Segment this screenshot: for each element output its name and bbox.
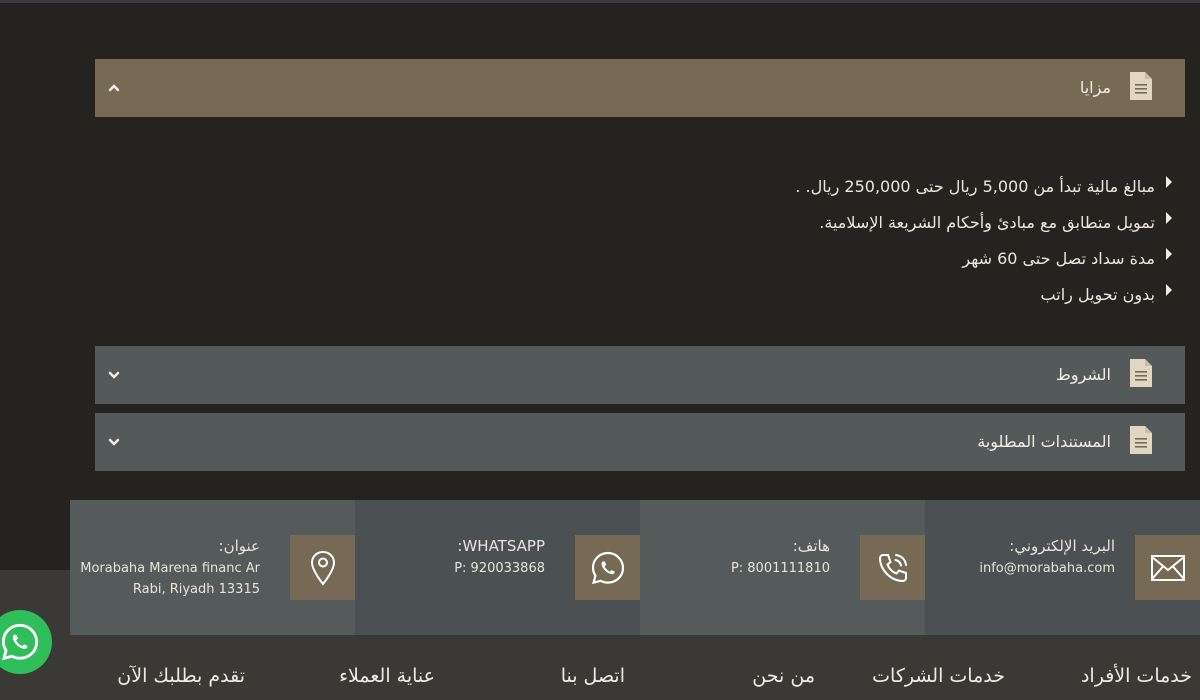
contact-whatsapp[interactable]: WHATSAPP: P: 920033868 (355, 500, 640, 635)
caret-right-icon (1166, 284, 1172, 296)
nav-contact[interactable]: اتصل بنا (561, 665, 625, 687)
email-address[interactable]: info@morabaha.com (979, 558, 1115, 579)
whatsapp-icon (1, 623, 39, 661)
phone-icon-box[interactable] (860, 535, 925, 600)
contact-bar: عنوان: Morabaha Marena financ Ar Rabi, R… (70, 500, 1200, 635)
address-line-1: Morabaha Marena financ Ar (80, 561, 260, 576)
phone-icon (878, 553, 907, 582)
map-pin-icon (310, 550, 335, 586)
list-item: مدة سداد تصل حتى 60 شهر (455, 242, 1172, 278)
whatsapp-icon-box[interactable] (575, 535, 640, 600)
caret-right-icon (1166, 176, 1172, 188)
document-icon (1130, 359, 1152, 387)
whatsapp-number[interactable]: P: 920033868 (454, 558, 545, 579)
email-text: البريد الإلكتروني: info@morabaha.com (979, 536, 1115, 579)
address-label: عنوان: (218, 537, 260, 555)
phone-label: هاتف: (792, 537, 830, 555)
accordion-advantages-title: مزايا (1079, 78, 1111, 97)
caret-right-icon (1166, 212, 1172, 224)
nav-individuals[interactable]: خدمات الأفراد (1081, 665, 1192, 687)
accordion-terms-header[interactable]: الشروط (95, 346, 1185, 404)
accordion-terms-title: الشروط (1056, 365, 1111, 384)
phone-text: هاتف: P: 8001111810 (731, 536, 830, 579)
accordion-documents-title: المستندات المطلوبة (977, 432, 1111, 451)
chevron-up-icon (108, 84, 120, 92)
document-icon (1130, 72, 1152, 100)
whatsapp-label: WHATSAPP: (457, 537, 545, 555)
document-icon (1130, 426, 1152, 454)
address-text: عنوان: Morabaha Marena financ Ar Rabi, R… (80, 536, 260, 600)
top-border (0, 0, 1200, 3)
nav-apply-now[interactable]: تقدم بطلبك الآن (117, 665, 245, 687)
accordion-advantages-header[interactable]: مزايا (95, 59, 1185, 117)
contact-phone[interactable]: هاتف: P: 8001111810 (640, 500, 925, 635)
contact-email[interactable]: البريد الإلكتروني: info@morabaha.com (925, 500, 1200, 635)
list-item: بدون تحويل راتب (455, 278, 1172, 314)
address-line-2: Rabi, Riyadh 13315 (132, 582, 260, 597)
contact-address: عنوان: Morabaha Marena financ Ar Rabi, R… (70, 500, 355, 635)
list-item: تمويل متطابق مع مبادئ وأحكام الشريعة الإ… (455, 206, 1172, 242)
email-icon-box[interactable] (1135, 535, 1200, 600)
accordion-documents-header[interactable]: المستندات المطلوبة (95, 413, 1185, 471)
footer-nav: خدمات الأفراد خدمات الشركات من نحن اتصل … (70, 655, 1200, 700)
address-icon-box (290, 535, 355, 600)
list-item: مبالغ مالية تبدأ من 5,000 ريال حتى 250,0… (455, 170, 1172, 206)
chevron-down-icon (108, 438, 120, 446)
caret-right-icon (1166, 248, 1172, 260)
whatsapp-text: WHATSAPP: P: 920033868 (454, 536, 545, 579)
chevron-down-icon (108, 371, 120, 379)
nav-companies[interactable]: خدمات الشركات (872, 665, 1005, 687)
email-label: البريد الإلكتروني: (1009, 537, 1115, 555)
whatsapp-icon (591, 551, 624, 584)
advantages-list: مبالغ مالية تبدأ من 5,000 ريال حتى 250,0… (455, 170, 1172, 314)
nav-about[interactable]: من نحن (752, 665, 815, 687)
nav-customer-care[interactable]: عناية العملاء (339, 665, 435, 687)
envelope-icon (1150, 554, 1185, 581)
phone-number[interactable]: P: 8001111810 (731, 558, 830, 579)
